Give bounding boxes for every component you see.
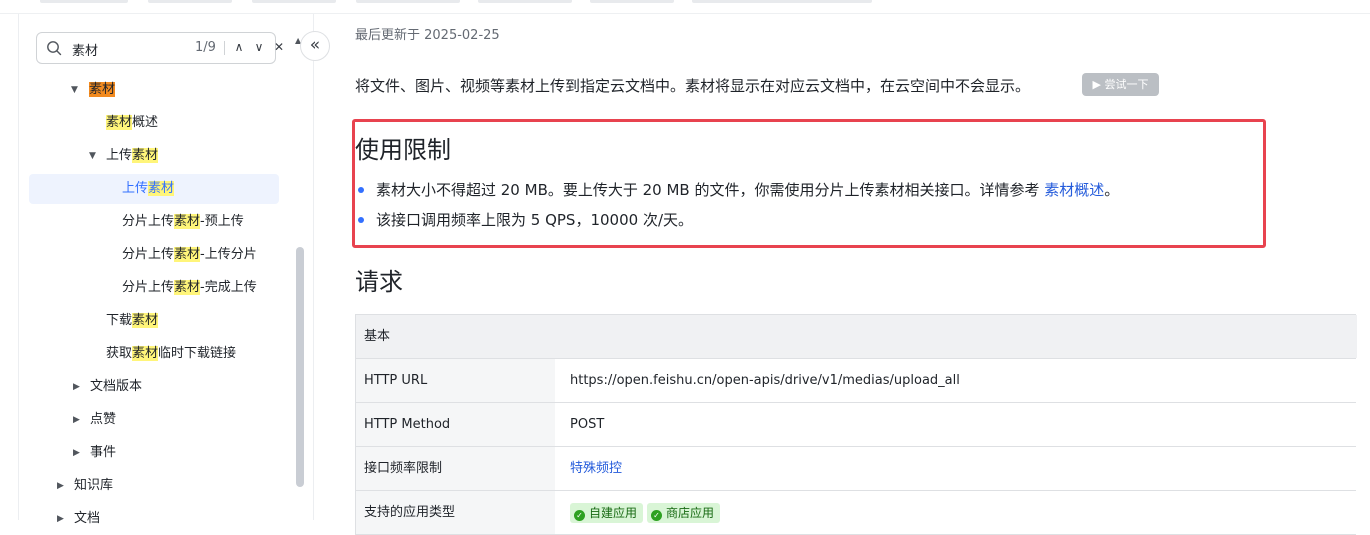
tree-item-material[interactable]: ▼ 素材 <box>71 75 116 105</box>
table-key: 接口频率限制 <box>356 447 555 490</box>
tree-item-label: -预上传 <box>200 214 244 229</box>
search-match-count: 1/9 <box>195 40 216 55</box>
list-item: 素材大小不得超过 20 MB。要上传大于 20 MB 的文件，你需使用分片上传素… <box>357 179 1120 200</box>
search-match: 素材 <box>106 115 133 130</box>
table-header: 基本 <box>356 315 1357 358</box>
sidebar-search[interactable]: 素材 1/9 ∧ ∨ ✕ <box>36 32 284 64</box>
caret-right-icon: ▶ <box>73 415 80 425</box>
caret-right-icon: ▶ <box>57 481 64 491</box>
intro-text: 将文件、图片、视频等素材上传到指定云文档中。素材将显示在对应云文档中，在云空间中… <box>355 77 1031 95</box>
caret-right-icon: ▶ <box>57 514 64 524</box>
search-close-button[interactable]: ✕ <box>270 38 288 56</box>
tree-item-temp-link[interactable]: 获取素材临时下载链接 <box>106 339 236 369</box>
tree-item-label: 下载 <box>106 313 133 328</box>
tree-item-chunk-prepare[interactable]: 分片上传素材-预上传 <box>122 207 244 237</box>
search-next-button[interactable]: ∨ <box>250 38 268 56</box>
search-match: 素材 <box>174 247 201 262</box>
top-tab[interactable] <box>356 0 460 3</box>
tag-label: 自建应用 <box>589 505 638 520</box>
tree-item-chunk-part[interactable]: 分片上传素材-上传分片 <box>122 240 257 270</box>
tree-item-events[interactable]: ▶ 事件 <box>73 438 116 468</box>
tree-item-label: 素材 <box>89 82 116 97</box>
caret-right-icon: ▶ <box>73 448 80 458</box>
last-updated: 最后更新于 2025-02-25 <box>355 28 500 43</box>
double-chevron-left-icon: « <box>309 35 321 55</box>
material-overview-link[interactable]: 素材概述 <box>1044 181 1104 199</box>
tree-item-label: 上传 <box>122 181 149 196</box>
caret-down-icon: ▼ <box>71 85 78 95</box>
tree-item-label: 文档版本 <box>90 379 143 394</box>
search-prev-button[interactable]: ∧ <box>230 38 248 56</box>
tree-item-upload-active[interactable]: 上传素材 <box>29 174 279 204</box>
top-tab[interactable] <box>692 0 872 3</box>
table-key: 支持的应用类型 <box>356 491 555 534</box>
tree-item-docs[interactable]: ▶ 文档 <box>57 504 100 534</box>
section-title-limits: 使用限制 <box>355 136 451 164</box>
table-row: 接口频率限制 特殊频控 <box>356 447 1356 491</box>
tree-item-material-overview[interactable]: 素材概述 <box>106 108 158 138</box>
top-tab[interactable] <box>590 0 674 3</box>
tree-item-likes[interactable]: ▶ 点赞 <box>73 405 116 435</box>
check-circle-icon: ✓ <box>651 509 663 521</box>
table-row: HTTP Method POST <box>356 403 1356 447</box>
tree-item-chunk-finish[interactable]: 分片上传素材-完成上传 <box>122 273 257 303</box>
tree-item-download[interactable]: 下载素材 <box>106 306 159 336</box>
caret-down-icon: ▼ <box>89 151 96 161</box>
tree-item-label: 获取 <box>106 346 133 361</box>
table-row: HTTP URL https://open.feishu.cn/open-api… <box>356 359 1356 403</box>
tag-label: 商店应用 <box>666 505 715 520</box>
search-match: 素材 <box>132 313 159 328</box>
link-text[interactable]: 特殊频控 <box>570 461 622 476</box>
table-row: 支持的应用类型 ✓ 自建应用 ✓ 商店应用 <box>356 491 1356 535</box>
table-value: POST <box>570 417 605 432</box>
sidebar-scrollbar[interactable] <box>296 247 304 487</box>
search-icon <box>47 41 62 56</box>
top-tab[interactable] <box>252 0 336 3</box>
collapse-sidebar-button[interactable]: « <box>300 31 330 61</box>
table-value: ✓ 自建应用 ✓ 商店应用 <box>556 491 724 534</box>
list-item-text: 。 <box>1104 181 1120 199</box>
sidebar: 素材 1/9 ∧ ∨ ✕ ▼ 素材 素材概述 ▼ 上传素材 上传素材 分片上传素… <box>18 14 314 526</box>
table-key: HTTP URL <box>356 359 555 402</box>
try-it-button[interactable]: ▶ 尝试一下 <box>1082 73 1159 96</box>
tree-item-label: -完成上传 <box>200 280 257 295</box>
list-item: 该接口调用频率上限为 5 QPS，10000 次/天。 <box>358 209 693 230</box>
top-tab[interactable] <box>148 0 232 3</box>
caret-right-icon: ▶ <box>73 382 80 392</box>
table-value: https://open.feishu.cn/open-apis/drive/v… <box>570 373 960 388</box>
rate-limit-link[interactable]: 特殊频控 <box>556 447 622 490</box>
tree-item-label: -上传分片 <box>200 247 257 262</box>
tree-item-label: 分片上传 <box>122 214 175 229</box>
tree-item-upload-group[interactable]: ▼ 上传素材 <box>89 141 159 171</box>
tree-item-versions[interactable]: ▶ 文档版本 <box>73 372 142 402</box>
top-tab[interactable] <box>478 0 572 3</box>
search-match: 素材 <box>174 280 201 295</box>
tree-item-label: 分片上传 <box>122 280 175 295</box>
section-title-request: 请求 <box>355 268 403 296</box>
list-item-text: 该接口调用频率上限为 5 QPS，10000 次/天。 <box>376 211 693 229</box>
search-divider <box>224 41 225 55</box>
search-match: 素材 <box>132 346 159 361</box>
tree-item-label: 概述 <box>132 115 159 130</box>
tree-item-wiki[interactable]: ▶ 知识库 <box>57 471 113 501</box>
top-tab[interactable] <box>40 0 128 3</box>
tree-item-label: 上传 <box>106 148 133 163</box>
top-nav-bar <box>0 0 1370 14</box>
tree-item-label: 临时下载链接 <box>158 346 237 361</box>
search-match: 素材 <box>132 148 159 163</box>
search-match: 素材 <box>148 181 175 196</box>
search-input[interactable]: 素材 <box>72 40 98 59</box>
table-header-row: 基本 <box>356 315 1357 359</box>
search-match: 素材 <box>174 214 201 229</box>
list-item-text: 素材大小不得超过 20 MB。要上传大于 20 MB 的文件，你需使用分片上传素… <box>376 181 1045 199</box>
tree-item-label: 分片上传 <box>122 247 175 262</box>
table-key: HTTP Method <box>356 403 555 446</box>
check-circle-icon: ✓ <box>574 509 585 521</box>
request-table: 基本 HTTP URL https://open.feishu.cn/open-… <box>355 314 1357 535</box>
